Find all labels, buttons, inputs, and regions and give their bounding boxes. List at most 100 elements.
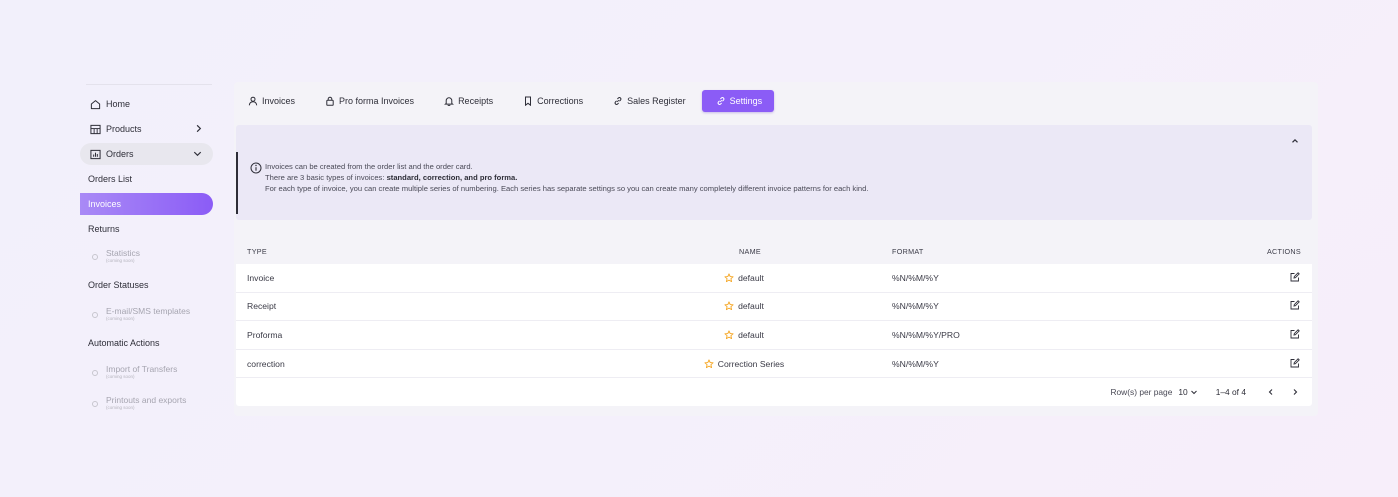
tab-corrections[interactable]: Corrections xyxy=(509,90,593,112)
sidebar-item-email-sms: E-mail/SMS templates (coming soon) xyxy=(80,301,214,327)
sidebar-item-order-statuses[interactable]: Order Statuses xyxy=(80,274,214,296)
cell-actions xyxy=(1182,300,1312,312)
cell-type: Proforma xyxy=(247,329,283,340)
tab-receipts[interactable]: Receipts xyxy=(430,90,503,112)
tab-label: Receipts xyxy=(458,96,494,106)
circle-icon xyxy=(92,370,98,376)
cell-name-text: default xyxy=(738,272,764,283)
tab-label: Invoices xyxy=(262,96,296,106)
cell-format: %N/%M/%Y xyxy=(892,272,939,283)
sidebar-item-import-transfers: Import of Transfers (coming soon) xyxy=(80,359,214,385)
sidebar-item-products[interactable]: Products xyxy=(80,118,214,140)
sidebar-item-label: Orders List xyxy=(88,174,133,184)
sidebar: Home Products Orders Orders List Invoice… xyxy=(80,82,214,416)
chevron-down-icon xyxy=(1190,388,1198,396)
rows-per-page-value: 10 xyxy=(1178,387,1188,398)
lock-icon xyxy=(325,96,335,106)
edit-icon[interactable] xyxy=(1290,300,1300,312)
tab-label: Pro forma Invoices xyxy=(339,96,415,106)
page-range: 1–4 of 4 xyxy=(1215,387,1246,398)
sidebar-item-label: Automatic Actions xyxy=(88,338,160,348)
sidebar-item-label: E-mail/SMS templates xyxy=(106,306,191,316)
sidebar-item-label: Order Statuses xyxy=(88,280,149,290)
table-row: Invoice default %N/%M/%Y xyxy=(236,264,1312,293)
link-icon xyxy=(613,96,623,106)
circle-icon xyxy=(92,312,98,318)
coming-soon-note: (coming soon) xyxy=(106,316,135,321)
sidebar-item-statistics: Statistics (coming soon) xyxy=(80,243,214,269)
edit-icon[interactable] xyxy=(1290,357,1300,370)
bell-icon xyxy=(444,96,454,106)
coming-soon-note: (coming soon) xyxy=(106,405,135,410)
sidebar-item-returns[interactable]: Returns xyxy=(80,218,214,240)
cell-format: %N/%M/%Y/PRO xyxy=(892,329,960,340)
rows-per-page-select[interactable]: 10 xyxy=(1178,387,1197,397)
cell-type: correction xyxy=(247,358,285,369)
sidebar-item-label: Statistics xyxy=(106,248,141,258)
chevron-right-icon[interactable] xyxy=(1290,387,1300,397)
coming-soon-note: (coming soon) xyxy=(106,258,135,263)
sidebar-item-home[interactable]: Home xyxy=(80,93,214,115)
sidebar-item-label: Invoices xyxy=(88,199,122,209)
info-line: Invoices can be created from the order l… xyxy=(265,162,473,171)
tab-pro-forma-invoices[interactable]: Pro forma Invoices xyxy=(311,90,424,112)
info-line: For each type of invoice, you can create… xyxy=(265,184,869,194)
cell-format: %N/%M/%Y xyxy=(892,301,939,312)
column-header-actions: ACTIONS xyxy=(1266,246,1301,256)
sidebar-item-label: Printouts and exports xyxy=(106,395,187,405)
sidebar-item-orders-list[interactable]: Orders List xyxy=(80,168,214,190)
sidebar-item-label: Home xyxy=(106,99,131,109)
circle-icon xyxy=(92,401,98,407)
rows-per-page-label: Row(s) per page xyxy=(1110,387,1173,398)
grid-icon xyxy=(89,123,101,135)
cell-type: Invoice xyxy=(247,272,275,283)
cell-format: %N/%M/%Y xyxy=(892,358,939,369)
cell-actions xyxy=(1182,357,1312,370)
sidebar-item-label: Products xyxy=(106,124,142,134)
info-line-text: There are 3 basic types of invoices: xyxy=(265,173,387,183)
column-header-name: NAME xyxy=(739,246,761,256)
tab-invoices[interactable]: Invoices xyxy=(234,90,305,112)
table-row: Proforma default %N/%M/%Y/PRO xyxy=(236,321,1312,350)
chart-icon xyxy=(89,148,101,160)
circle-icon xyxy=(92,254,98,260)
main-content: Invoices Pro forma Invoices Receipts Cor… xyxy=(234,82,1318,416)
info-icon xyxy=(250,161,262,174)
star-icon xyxy=(704,359,714,369)
star-icon xyxy=(724,301,734,311)
cell-type: Receipt xyxy=(247,301,277,312)
tab-settings[interactable]: Settings xyxy=(701,90,775,112)
info-line: There are 3 basic types of invoices: sta… xyxy=(265,172,868,183)
edit-icon[interactable] xyxy=(1290,329,1300,341)
chevron-right-icon xyxy=(193,123,204,134)
column-header-type: TYPE xyxy=(247,246,267,256)
home-icon xyxy=(89,98,101,110)
sidebar-item-invoices[interactable]: Invoices xyxy=(80,193,213,215)
sidebar-item-printouts: Printouts and exports (coming soon) xyxy=(80,390,214,416)
edit-icon[interactable] xyxy=(1290,271,1300,284)
coming-soon-note: (coming soon) xyxy=(106,374,135,379)
column-header-format: FORMAT xyxy=(892,246,924,256)
sidebar-item-orders[interactable]: Orders xyxy=(80,143,213,165)
app-window: Home Products Orders Orders List Invoice… xyxy=(80,82,1318,416)
sidebar-item-automatic-actions[interactable]: Automatic Actions xyxy=(80,332,214,354)
tab-sales-register[interactable]: Sales Register xyxy=(599,90,696,112)
table-header: TYPE NAME FORMAT ACTIONS xyxy=(236,238,1312,264)
table-row: correction Correction Series %N/%M/%Y xyxy=(236,349,1312,379)
cell-name-text: default xyxy=(738,329,764,340)
tab-label: Settings xyxy=(729,96,763,106)
tab-bar: Invoices Pro forma Invoices Receipts Cor… xyxy=(234,90,780,112)
link-icon xyxy=(716,96,726,106)
info-text: Invoices can be created from the order l… xyxy=(265,161,868,195)
sidebar-divider xyxy=(86,84,212,85)
cell-name: default xyxy=(576,301,892,311)
cell-actions xyxy=(1182,271,1312,284)
chevron-left-icon[interactable] xyxy=(1266,387,1276,397)
chevron-up-icon[interactable] xyxy=(1290,133,1300,143)
star-icon xyxy=(724,330,734,340)
tab-label: Corrections xyxy=(537,96,584,106)
cell-name-text: default xyxy=(738,301,764,312)
pagination-bar: Row(s) per page 10 1–4 of 4 xyxy=(236,378,1312,407)
series-table: TYPE NAME FORMAT ACTIONS Invoice default… xyxy=(236,238,1312,407)
cell-name: default xyxy=(576,273,892,283)
